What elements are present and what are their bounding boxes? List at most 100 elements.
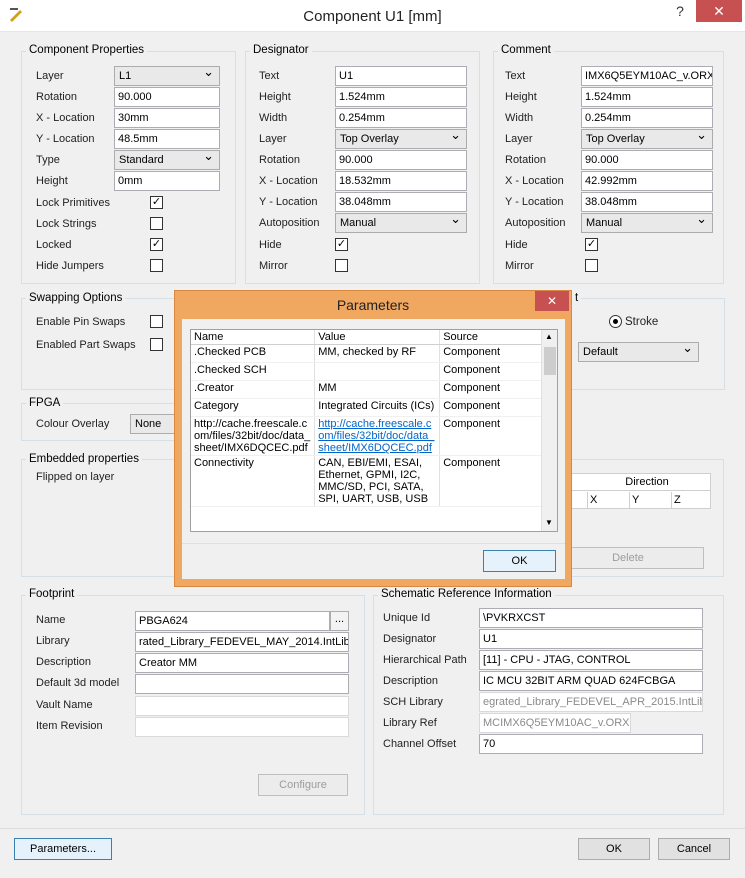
component-properties-title: Component Properties [26,44,148,56]
com-x-input[interactable]: 42.992mm [581,171,713,191]
des-y-input[interactable]: 38.048mm [335,192,467,212]
parameters-dialog-body: Name Value Source .Checked PCB MM, check… [182,319,565,579]
stroke-radio[interactable] [609,315,622,328]
table-row[interactable]: .Checked PCB MM, checked by RF Component [191,344,542,363]
lock-strings-checkbox[interactable] [150,217,163,230]
close-button[interactable]: ✕ [696,0,742,22]
com-height-label: Height [505,91,537,103]
row-source: Component [439,455,542,507]
delete-button[interactable]: Delete [552,547,704,569]
scroll-down-icon[interactable]: ▼ [545,518,553,527]
com-autopos-select[interactable]: Manual [581,212,713,233]
table-row[interactable]: .Checked SCH Component [191,362,542,381]
header-value[interactable]: Value [314,330,441,345]
com-rotation-input[interactable]: 90.000 [581,150,713,170]
com-mirror-checkbox[interactable] [585,259,598,272]
pin-swaps-checkbox[interactable] [150,315,163,328]
des-autopos-label: Autoposition [259,217,320,229]
sch-designator-label: Designator [383,633,437,645]
cp-y-input[interactable]: 48.5mm [114,129,220,149]
parameters-button[interactable]: Parameters... [14,838,112,860]
stroke-label: Stroke [625,316,659,328]
row-source: Component [439,398,542,417]
des-mirror-checkbox[interactable] [335,259,348,272]
sch-hier-label: Hierarchical Path [383,654,467,666]
des-width-input[interactable]: 0.254mm [335,108,467,128]
com-width-label: Width [505,112,534,124]
com-rotation-label: Rotation [505,154,546,166]
com-text-label: Text [505,70,526,82]
parameters-ok-button[interactable]: OK [483,550,556,572]
des-hide-checkbox[interactable]: ✓ [335,238,348,251]
fp-browse-button[interactable]: ... [330,611,349,631]
com-layer-select[interactable]: Top Overlay [581,128,713,149]
cancel-button[interactable]: Cancel [658,838,730,860]
com-hide-checkbox[interactable]: ✓ [585,238,598,251]
scroll-up-icon[interactable]: ▲ [545,332,553,341]
des-text-label: Text [259,70,280,82]
sch-channel-input[interactable]: 70 [479,734,703,754]
locked-checkbox[interactable]: ✓ [150,238,163,251]
locked-label: Locked [36,239,72,251]
fpga-title: FPGA [26,397,64,409]
table-row[interactable]: http://cache.freescale.com/files/32bit/d… [191,416,542,456]
header-name[interactable]: Name [191,330,316,345]
part-swaps-label: Enabled Part Swaps [36,339,136,351]
row-source: Component [439,362,542,381]
cp-x-input[interactable]: 30mm [114,108,220,128]
header-source[interactable]: Source [439,330,542,345]
row-value: MM [314,380,441,399]
row-source: Component [439,380,542,399]
sch-desc-input[interactable]: IC MCU 32BIT ARM QUAD 624FCBGA [479,671,703,691]
sch-unique-id-input[interactable]: \PVKRXCST [479,608,703,628]
part-swaps-checkbox[interactable] [150,338,163,351]
swapping-title: Swapping Options [26,292,126,304]
des-autopos-select[interactable]: Manual [335,212,467,233]
hide-jumpers-checkbox[interactable] [150,259,163,272]
schematic-title: Schematic Reference Information [378,588,555,600]
com-width-input[interactable]: 0.254mm [581,108,713,128]
cp-layer-select[interactable]: L1 [114,65,220,86]
fp-default3d-input[interactable] [135,674,349,694]
des-x-label: X - Location [259,175,318,187]
des-rotation-input[interactable]: 90.000 [335,150,467,170]
des-height-input[interactable]: 1.524mm [335,87,467,107]
des-x-input[interactable]: 18.532mm [335,171,467,191]
direction-header: Direction [572,474,710,491]
row-value: MM, checked by RF [314,344,441,363]
fp-description-label: Description [36,656,92,668]
com-text-input[interactable]: IMX6Q5EYM10AC_v.ORX [581,66,713,86]
cp-rotation-input[interactable]: 90.000 [114,87,220,107]
configure-button[interactable]: Configure [258,774,348,796]
scroll-thumb[interactable] [544,347,556,375]
sch-lib-ref-label: Library Ref [383,717,437,729]
cp-height-input[interactable]: 0mm [114,171,220,191]
sch-hier-input[interactable]: [11] - CPU - JTAG, CONTROL [479,650,703,670]
com-y-label: Y - Location [505,196,564,208]
table-row[interactable]: .Creator MM Component [191,380,542,399]
help-button[interactable]: ? [666,0,694,22]
com-x-label: X - Location [505,175,564,187]
row-value-link[interactable]: http://cache.freescale.com/files/32bit/d… [314,416,441,456]
sch-designator-input[interactable]: U1 [479,629,703,649]
des-layer-select[interactable]: Top Overlay [335,128,467,149]
ok-button[interactable]: OK [578,838,650,860]
row-value: Integrated Circuits (ICs) [314,398,441,417]
com-height-input[interactable]: 1.524mm [581,87,713,107]
pin-swaps-label: Enable Pin Swaps [36,316,126,328]
parameters-scrollbar[interactable]: ▲ ▼ [541,330,557,531]
colour-overlay-label: Colour Overlay [36,418,110,430]
fp-name-input[interactable]: PBGA624 [135,611,330,631]
table-row[interactable]: Connectivity CAN, EBI/EMI, ESAI, Etherne… [191,455,542,507]
des-text-input[interactable]: U1 [335,66,467,86]
fp-description-input[interactable]: Creator MM [135,653,349,673]
lock-primitives-checkbox[interactable]: ✓ [150,196,163,209]
col-z: Z [671,492,710,509]
cp-type-select[interactable]: Standard [114,149,220,170]
font-select[interactable]: Default [578,341,699,362]
com-y-input[interactable]: 38.048mm [581,192,713,212]
table-row[interactable]: Category Integrated Circuits (ICs) Compo… [191,398,542,417]
fp-library-input[interactable]: rated_Library_FEDEVEL_MAY_2014.IntLib [135,632,349,652]
parameters-close-button[interactable]: ✕ [535,291,569,311]
cp-rotation-label: Rotation [36,91,77,103]
